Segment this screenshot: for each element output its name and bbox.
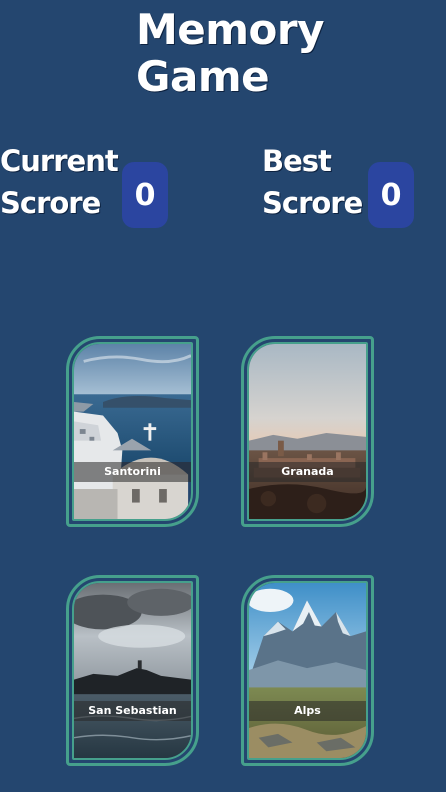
best-score-label: Best Scrore (262, 144, 363, 220)
card-face: Granada (247, 342, 368, 521)
memory-card-alps[interactable]: Alps (241, 575, 374, 766)
card-face: Alps (247, 581, 368, 760)
best-score: Best Scrore 0 (262, 140, 414, 228)
card-face: Santorini (72, 342, 193, 521)
memory-card-san-sebastian[interactable]: San Sebastian (66, 575, 199, 766)
alps-photo (249, 583, 366, 758)
page-title: Memory Game (136, 5, 325, 101)
santorini-photo (74, 344, 191, 519)
card-label: Santorini (74, 462, 191, 482)
card-label: San Sebastian (74, 701, 191, 721)
best-score-value: 0 (368, 162, 414, 228)
memory-card-granada[interactable]: Granada (241, 336, 374, 527)
current-score-label: Current Scrore (0, 144, 119, 220)
current-score: Current Scrore 0 (0, 140, 168, 228)
card-label: Alps (249, 701, 366, 721)
san-sebastian-photo (74, 583, 191, 758)
card-label: Granada (249, 462, 366, 482)
card-face: San Sebastian (72, 581, 193, 760)
granada-photo (249, 344, 366, 519)
current-score-value: 0 (122, 162, 168, 228)
memory-card-santorini[interactable]: Santorini (66, 336, 199, 527)
